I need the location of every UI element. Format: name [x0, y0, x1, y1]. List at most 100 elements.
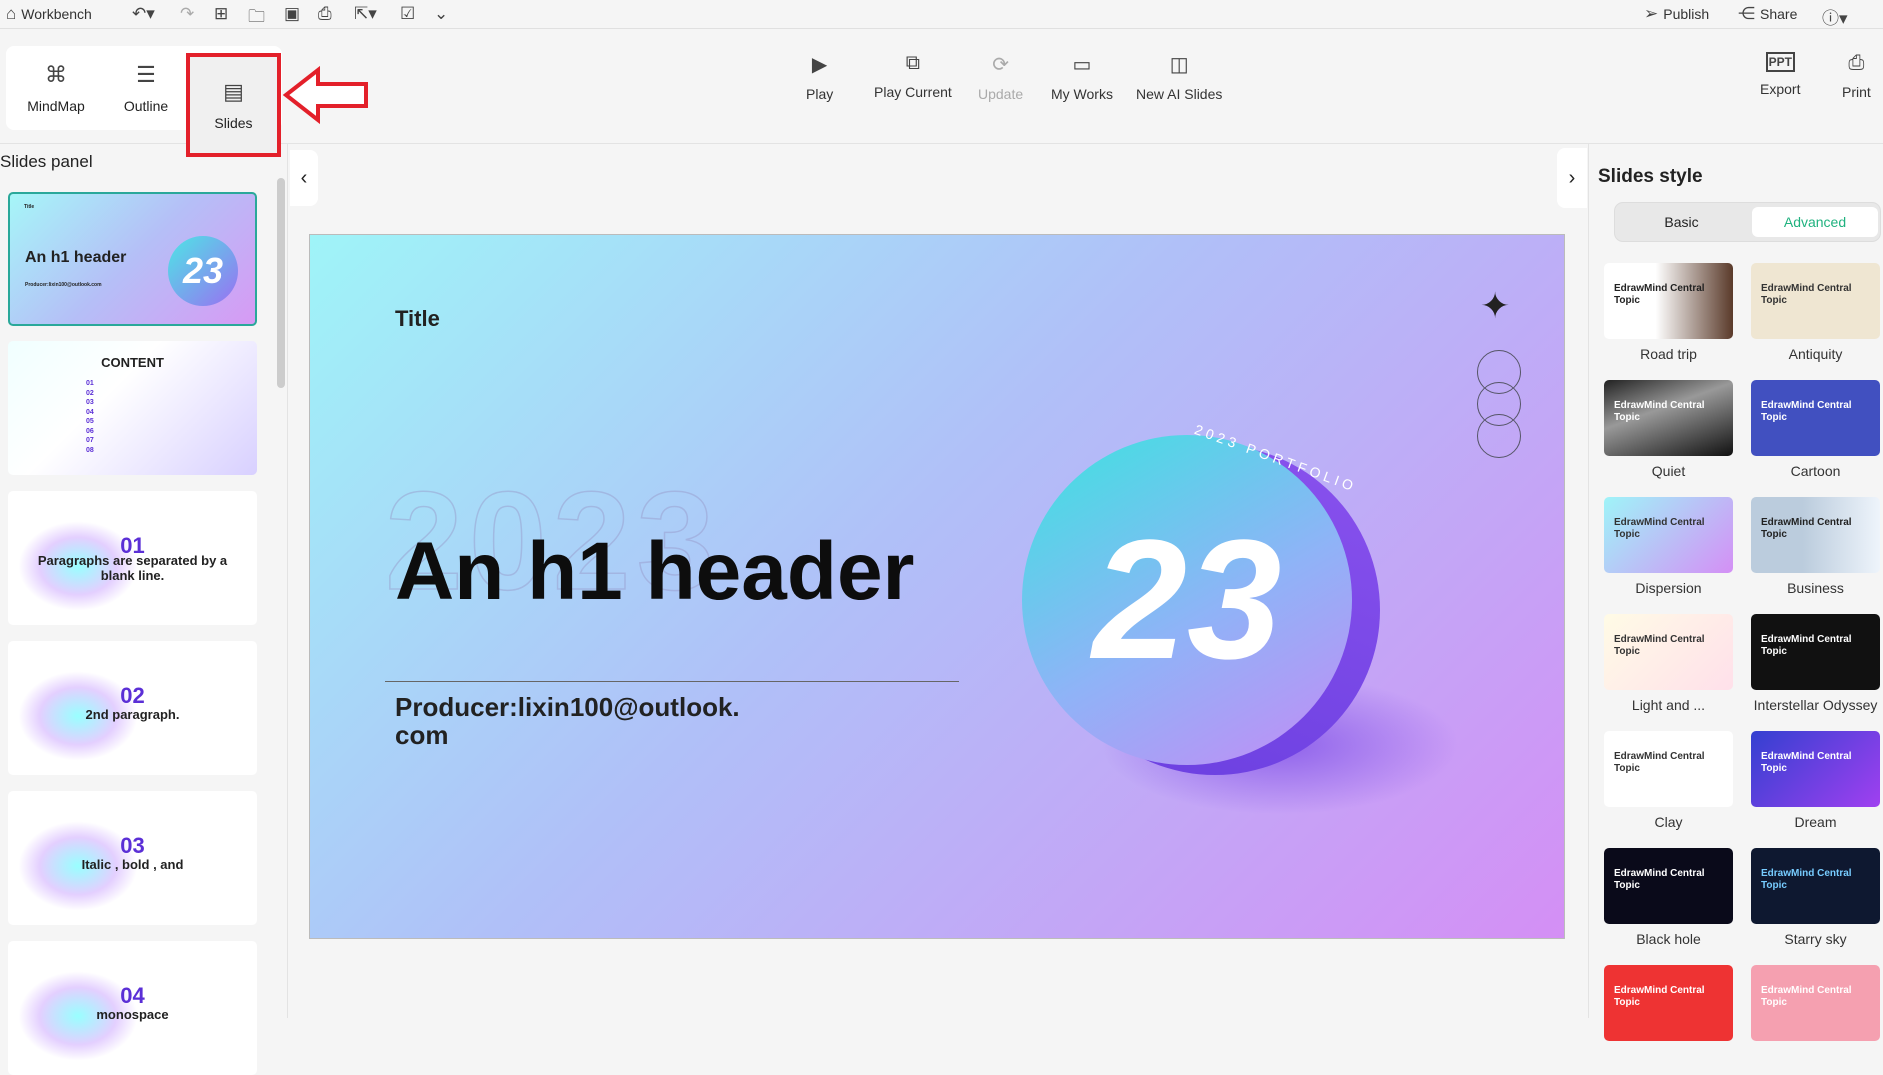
new-icon[interactable]: ⊞ — [214, 4, 228, 24]
slide-thumbnail-6[interactable]: 04 monospace — [8, 941, 257, 1075]
thumb-badge: 23 — [168, 236, 238, 306]
tool-label: Play Current — [874, 84, 952, 100]
tool-label: My Works — [1051, 86, 1113, 102]
play-icon: ▶ — [811, 54, 828, 76]
style-thumbnail[interactable]: EdrawMind Central Topic — [1751, 380, 1880, 456]
style-label[interactable]: Dream — [1751, 814, 1880, 830]
thumb-item: 06 — [86, 427, 94, 435]
thumb-title: CONTENT — [101, 355, 164, 370]
style-thumb-text: EdrawMind Central Topic — [1761, 400, 1852, 423]
help-icon[interactable]: ⓘ▾ — [1822, 4, 1848, 29]
style-thumbnail[interactable]: EdrawMind Central Topic — [1751, 497, 1880, 573]
mode-label: Outline — [123, 98, 169, 114]
tool-label: Export — [1760, 81, 1801, 97]
save-icon[interactable]: ▣ — [284, 4, 300, 24]
mode-mindmap[interactable]: ⌘ MindMap — [14, 46, 98, 130]
style-thumbnail[interactable]: EdrawMind Central Topic — [1751, 965, 1880, 1041]
style-label[interactable]: Black hole — [1604, 931, 1733, 947]
badge-number: 23 — [1092, 505, 1282, 695]
workbench-label: Workbench — [21, 6, 92, 22]
slide-thumbnail-3[interactable]: 01 Paragraphs are separated by a blank li… — [8, 491, 257, 625]
style-label[interactable]: Clay — [1604, 814, 1733, 830]
collapse-right-button[interactable]: › — [1557, 148, 1587, 208]
style-label[interactable]: Road trip — [1604, 346, 1733, 362]
thumb-item: 02 — [86, 389, 94, 397]
more-icon[interactable]: ⌄ — [434, 4, 448, 24]
style-panel-title: Slides style — [1598, 166, 1703, 187]
share-button[interactable]: ⋲ Share — [1738, 4, 1797, 24]
ai-slides-icon: ◫ — [1169, 54, 1189, 76]
new-ai-slides-button[interactable]: ◫ New AI Slides — [1136, 52, 1222, 102]
thumb-item: 04 — [86, 408, 94, 416]
red-arrow-annotation — [282, 66, 368, 124]
slide-thumbnail-5[interactable]: 03 Italic , bold , and — [8, 791, 257, 925]
view-mode-switcher: ⌘ MindMap ☰ Outline ▤ Slides — [6, 46, 282, 157]
style-thumbnail[interactable]: EdrawMind Central Topic — [1604, 380, 1733, 456]
collapse-left-button[interactable]: ‹ — [290, 150, 318, 206]
my-works-button[interactable]: ▭ My Works — [1051, 52, 1113, 102]
slides-panel-title: Slides panel — [0, 152, 93, 171]
style-thumb-text: EdrawMind Central Topic — [1614, 634, 1705, 657]
style-label[interactable]: Quiet — [1604, 463, 1733, 479]
style-thumbnail[interactable]: EdrawMind Central Topic — [1751, 848, 1880, 924]
thumb-text: 2nd paragraph. — [85, 707, 180, 722]
scrollbar[interactable] — [277, 178, 285, 388]
my-works-icon: ▭ — [1072, 54, 1092, 76]
title-bar: ⌂ Workbench ↶▾ ↷ ⊞ 🗀 ▣ ⎙ ⇱▾ ☑ ⌄ ➢ Publish … — [0, 0, 1883, 29]
style-label[interactable]: Light and ... — [1604, 697, 1733, 713]
style-thumbnail[interactable]: EdrawMind Central Topic — [1604, 965, 1733, 1041]
publish-button[interactable]: ➢ Publish — [1644, 4, 1709, 24]
style-thumbnail[interactable]: EdrawMind Central Topic — [1604, 731, 1733, 807]
divider — [385, 681, 959, 682]
update-button[interactable]: ⟳ Update — [978, 52, 1023, 102]
style-thumbnail[interactable]: EdrawMind Central Topic — [1751, 614, 1880, 690]
tool-label: Print — [1842, 84, 1871, 100]
rings-decoration — [1477, 350, 1521, 458]
print-button[interactable]: ⎙ Print — [1842, 52, 1871, 100]
style-thumbnail[interactable]: EdrawMind Central Topic — [1751, 263, 1880, 339]
play-button[interactable]: ▶ Play — [806, 52, 833, 102]
print-icon[interactable]: ⎙ — [318, 4, 332, 24]
thumb-h1: An h1 header — [25, 249, 127, 266]
export-button[interactable]: PPT Export — [1760, 52, 1800, 97]
style-thumb-text: EdrawMind Central Topic — [1761, 283, 1852, 306]
share-icon: ⋲ — [1738, 4, 1755, 23]
style-label[interactable]: Cartoon — [1751, 463, 1880, 479]
checkin-icon[interactable]: ☑ — [400, 4, 415, 24]
sparkle-icon: ✦ — [1480, 285, 1511, 326]
style-thumbnail[interactable]: EdrawMind Central Topic — [1751, 731, 1880, 807]
export-icon[interactable]: ⇱▾ — [354, 4, 377, 24]
thumb-text: Italic , bold , and — [81, 857, 184, 872]
slide-thumbnail-1[interactable]: Title An h1 header Producer:lixin100@out… — [8, 192, 257, 326]
workbench-button[interactable]: ⌂ Workbench — [6, 4, 92, 24]
tab-basic[interactable]: Basic — [1615, 203, 1748, 241]
slide-thumbnail-4[interactable]: 02 2nd paragraph. — [8, 641, 257, 775]
style-thumb-text: EdrawMind Central Topic — [1761, 985, 1852, 1008]
style-label[interactable]: Antiquity — [1751, 346, 1880, 362]
slide-producer: Producer:lixin100@outlook. com — [395, 693, 740, 749]
play-current-button[interactable]: ⧉ Play Current — [874, 52, 952, 100]
style-label[interactable]: Dispersion — [1604, 580, 1733, 596]
thumb-item: 07 — [86, 437, 94, 444]
style-thumb-text: EdrawMind Central Topic — [1761, 751, 1852, 774]
tool-label: New AI Slides — [1136, 86, 1223, 102]
undo-icon[interactable]: ↶▾ — [132, 4, 155, 24]
mode-outline[interactable]: ☰ Outline — [104, 46, 188, 130]
thumb-list: 01 02 03 04 05 06 07 08 — [86, 379, 94, 455]
slide-thumbnail-2[interactable]: CONTENT 01 02 03 04 05 06 07 08 — [8, 341, 257, 475]
style-label[interactable]: Interstellar Odyssey — [1751, 697, 1880, 713]
style-thumbnail[interactable]: EdrawMind Central Topic — [1604, 614, 1733, 690]
badge-23: 23 — [1022, 435, 1352, 765]
style-thumbnail[interactable]: EdrawMind Central Topic — [1604, 848, 1733, 924]
style-thumbnail[interactable]: EdrawMind Central Topic — [1604, 497, 1733, 573]
redo-icon[interactable]: ↷ — [180, 4, 194, 24]
style-label[interactable]: Starry sky — [1751, 931, 1880, 947]
thumb-item: 08 — [86, 446, 94, 454]
slide-canvas[interactable]: Title 2023 An h1 header Producer:lixin10… — [309, 234, 1565, 939]
chevron-right-icon: › — [1568, 167, 1576, 189]
style-thumbnail[interactable]: EdrawMind Central Topic — [1604, 263, 1733, 339]
tab-advanced[interactable]: Advanced — [1752, 207, 1878, 237]
style-label[interactable]: Business — [1751, 580, 1880, 596]
home-icon: ⌂ — [6, 4, 17, 23]
mode-slides[interactable]: ▤ Slides — [186, 53, 281, 157]
